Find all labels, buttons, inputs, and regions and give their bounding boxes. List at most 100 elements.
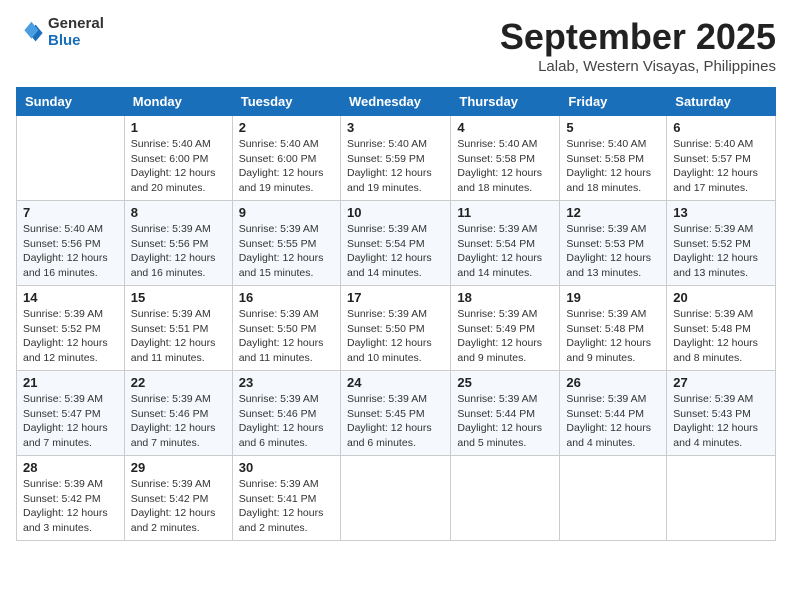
calendar-week-row: 7Sunrise: 5:40 AMSunset: 5:56 PMDaylight… [17, 201, 776, 286]
title-block: September 2025 Lalab, Western Visayas, P… [500, 16, 776, 75]
logo: General Blue [16, 16, 104, 49]
day-number: 8 [131, 205, 226, 220]
calendar-cell: 14 Sunrise: 5:39 AMSunset: 5:52 PMDayligh… [17, 286, 125, 371]
day-number: 12 [566, 205, 660, 220]
day-number: 30 [239, 460, 334, 475]
day-info: Sunrise: 5:40 AMSunset: 5:58 PMDaylight:… [566, 137, 660, 196]
calendar-week-row: 1 Sunrise: 5:40 AMSunset: 6:00 PMDaylight… [17, 116, 776, 201]
day-info: Sunrise: 5:40 AMSunset: 5:57 PMDaylight:… [673, 137, 769, 196]
calendar-table: SundayMondayTuesdayWednesdayThursdayFrid… [16, 87, 776, 541]
page-header: General Blue September 2025 Lalab, Weste… [16, 16, 776, 75]
weekday-header: Thursday [451, 88, 560, 116]
weekday-header: Sunday [17, 88, 125, 116]
day-info: Sunrise: 5:39 AMSunset: 5:54 PMDaylight:… [347, 222, 444, 281]
day-info: Sunrise: 5:40 AMSunset: 6:00 PMDaylight:… [131, 137, 226, 196]
day-number: 2 [239, 120, 334, 135]
day-info: Sunrise: 5:39 AMSunset: 5:49 PMDaylight:… [457, 307, 553, 366]
day-number: 10 [347, 205, 444, 220]
calendar-cell: 13 Sunrise: 5:39 AMSunset: 5:52 PMDayligh… [667, 201, 776, 286]
weekday-header: Friday [560, 88, 667, 116]
month-title: September 2025 [500, 16, 776, 58]
calendar-week-row: 28 Sunrise: 5:39 AMSunset: 5:42 PMDayligh… [17, 456, 776, 541]
day-info: Sunrise: 5:39 AMSunset: 5:43 PMDaylight:… [673, 392, 769, 451]
calendar-header-row: SundayMondayTuesdayWednesdayThursdayFrid… [17, 88, 776, 116]
calendar-cell: 7Sunrise: 5:40 AMSunset: 5:56 PMDaylight… [17, 201, 125, 286]
day-number: 17 [347, 290, 444, 305]
day-number: 27 [673, 375, 769, 390]
calendar-cell: 4 Sunrise: 5:40 AMSunset: 5:58 PMDaylight… [451, 116, 560, 201]
day-info: Sunrise: 5:40 AMSunset: 5:56 PMDaylight:… [23, 222, 118, 281]
day-number: 22 [131, 375, 226, 390]
calendar-cell: 3 Sunrise: 5:40 AMSunset: 5:59 PMDaylight… [340, 116, 450, 201]
day-number: 4 [457, 120, 553, 135]
logo-icon [16, 19, 44, 47]
logo-text: General Blue [48, 16, 104, 49]
calendar-week-row: 14 Sunrise: 5:39 AMSunset: 5:52 PMDayligh… [17, 286, 776, 371]
day-info: Sunrise: 5:39 AMSunset: 5:50 PMDaylight:… [347, 307, 444, 366]
day-info: Sunrise: 5:39 AMSunset: 5:41 PMDaylight:… [239, 477, 334, 536]
calendar-cell: 17 Sunrise: 5:39 AMSunset: 5:50 PMDayligh… [340, 286, 450, 371]
day-number: 23 [239, 375, 334, 390]
day-number: 29 [131, 460, 226, 475]
calendar-cell: 11 Sunrise: 5:39 AMSunset: 5:54 PMDayligh… [451, 201, 560, 286]
day-info: Sunrise: 5:39 AMSunset: 5:45 PMDaylight:… [347, 392, 444, 451]
day-info: Sunrise: 5:39 AMSunset: 5:55 PMDaylight:… [239, 222, 334, 281]
calendar-cell: 22 Sunrise: 5:39 AMSunset: 5:46 PMDayligh… [124, 371, 232, 456]
calendar-cell [560, 456, 667, 541]
day-number: 20 [673, 290, 769, 305]
day-number: 9 [239, 205, 334, 220]
day-info: Sunrise: 5:39 AMSunset: 5:42 PMDaylight:… [131, 477, 226, 536]
calendar-cell [667, 456, 776, 541]
day-number: 19 [566, 290, 660, 305]
weekday-header: Monday [124, 88, 232, 116]
day-number: 11 [457, 205, 553, 220]
calendar-cell: 10 Sunrise: 5:39 AMSunset: 5:54 PMDayligh… [340, 201, 450, 286]
day-info: Sunrise: 5:39 AMSunset: 5:44 PMDaylight:… [457, 392, 553, 451]
day-info: Sunrise: 5:40 AMSunset: 5:58 PMDaylight:… [457, 137, 553, 196]
day-info: Sunrise: 5:39 AMSunset: 5:51 PMDaylight:… [131, 307, 226, 366]
calendar-cell: 29 Sunrise: 5:39 AMSunset: 5:42 PMDayligh… [124, 456, 232, 541]
calendar-cell: 9 Sunrise: 5:39 AMSunset: 5:55 PMDaylight… [232, 201, 340, 286]
day-number: 26 [566, 375, 660, 390]
day-number: 25 [457, 375, 553, 390]
day-info: Sunrise: 5:39 AMSunset: 5:48 PMDaylight:… [673, 307, 769, 366]
day-number: 5 [566, 120, 660, 135]
calendar-cell [17, 116, 125, 201]
calendar-cell: 15 Sunrise: 5:39 AMSunset: 5:51 PMDayligh… [124, 286, 232, 371]
day-info: Sunrise: 5:39 AMSunset: 5:46 PMDaylight:… [239, 392, 334, 451]
weekday-header: Saturday [667, 88, 776, 116]
day-number: 28 [23, 460, 118, 475]
day-info: Sunrise: 5:39 AMSunset: 5:50 PMDaylight:… [239, 307, 334, 366]
day-number: 3 [347, 120, 444, 135]
calendar-cell: 8 Sunrise: 5:39 AMSunset: 5:56 PMDaylight… [124, 201, 232, 286]
calendar-cell: 16Sunrise: 5:39 AMSunset: 5:50 PMDayligh… [232, 286, 340, 371]
calendar-cell: 19Sunrise: 5:39 AMSunset: 5:48 PMDayligh… [560, 286, 667, 371]
calendar-cell: 2Sunrise: 5:40 AMSunset: 6:00 PMDaylight… [232, 116, 340, 201]
day-info: Sunrise: 5:39 AMSunset: 5:56 PMDaylight:… [131, 222, 226, 281]
location: Lalab, Western Visayas, Philippines [500, 58, 776, 75]
day-info: Sunrise: 5:39 AMSunset: 5:52 PMDaylight:… [673, 222, 769, 281]
calendar-cell: 27 Sunrise: 5:39 AMSunset: 5:43 PMDayligh… [667, 371, 776, 456]
calendar-cell [451, 456, 560, 541]
day-number: 1 [131, 120, 226, 135]
day-info: Sunrise: 5:39 AMSunset: 5:53 PMDaylight:… [566, 222, 660, 281]
day-info: Sunrise: 5:39 AMSunset: 5:52 PMDaylight:… [23, 307, 118, 366]
calendar-cell: 12 Sunrise: 5:39 AMSunset: 5:53 PMDayligh… [560, 201, 667, 286]
day-number: 13 [673, 205, 769, 220]
day-info: Sunrise: 5:39 AMSunset: 5:54 PMDaylight:… [457, 222, 553, 281]
calendar-cell: 5 Sunrise: 5:40 AMSunset: 5:58 PMDaylight… [560, 116, 667, 201]
weekday-header: Wednesday [340, 88, 450, 116]
day-info: Sunrise: 5:40 AMSunset: 5:59 PMDaylight:… [347, 137, 444, 196]
calendar-cell: 18Sunrise: 5:39 AMSunset: 5:49 PMDayligh… [451, 286, 560, 371]
calendar-cell [340, 456, 450, 541]
day-number: 24 [347, 375, 444, 390]
day-number: 15 [131, 290, 226, 305]
day-number: 14 [23, 290, 118, 305]
day-info: Sunrise: 5:39 AMSunset: 5:42 PMDaylight:… [23, 477, 118, 536]
calendar-cell: 30 Sunrise: 5:39 AMSunset: 5:41 PMDayligh… [232, 456, 340, 541]
calendar-week-row: 21Sunrise: 5:39 AMSunset: 5:47 PMDayligh… [17, 371, 776, 456]
calendar-cell: 20 Sunrise: 5:39 AMSunset: 5:48 PMDayligh… [667, 286, 776, 371]
day-number: 6 [673, 120, 769, 135]
day-info: Sunrise: 5:39 AMSunset: 5:46 PMDaylight:… [131, 392, 226, 451]
calendar-cell: 24 Sunrise: 5:39 AMSunset: 5:45 PMDayligh… [340, 371, 450, 456]
